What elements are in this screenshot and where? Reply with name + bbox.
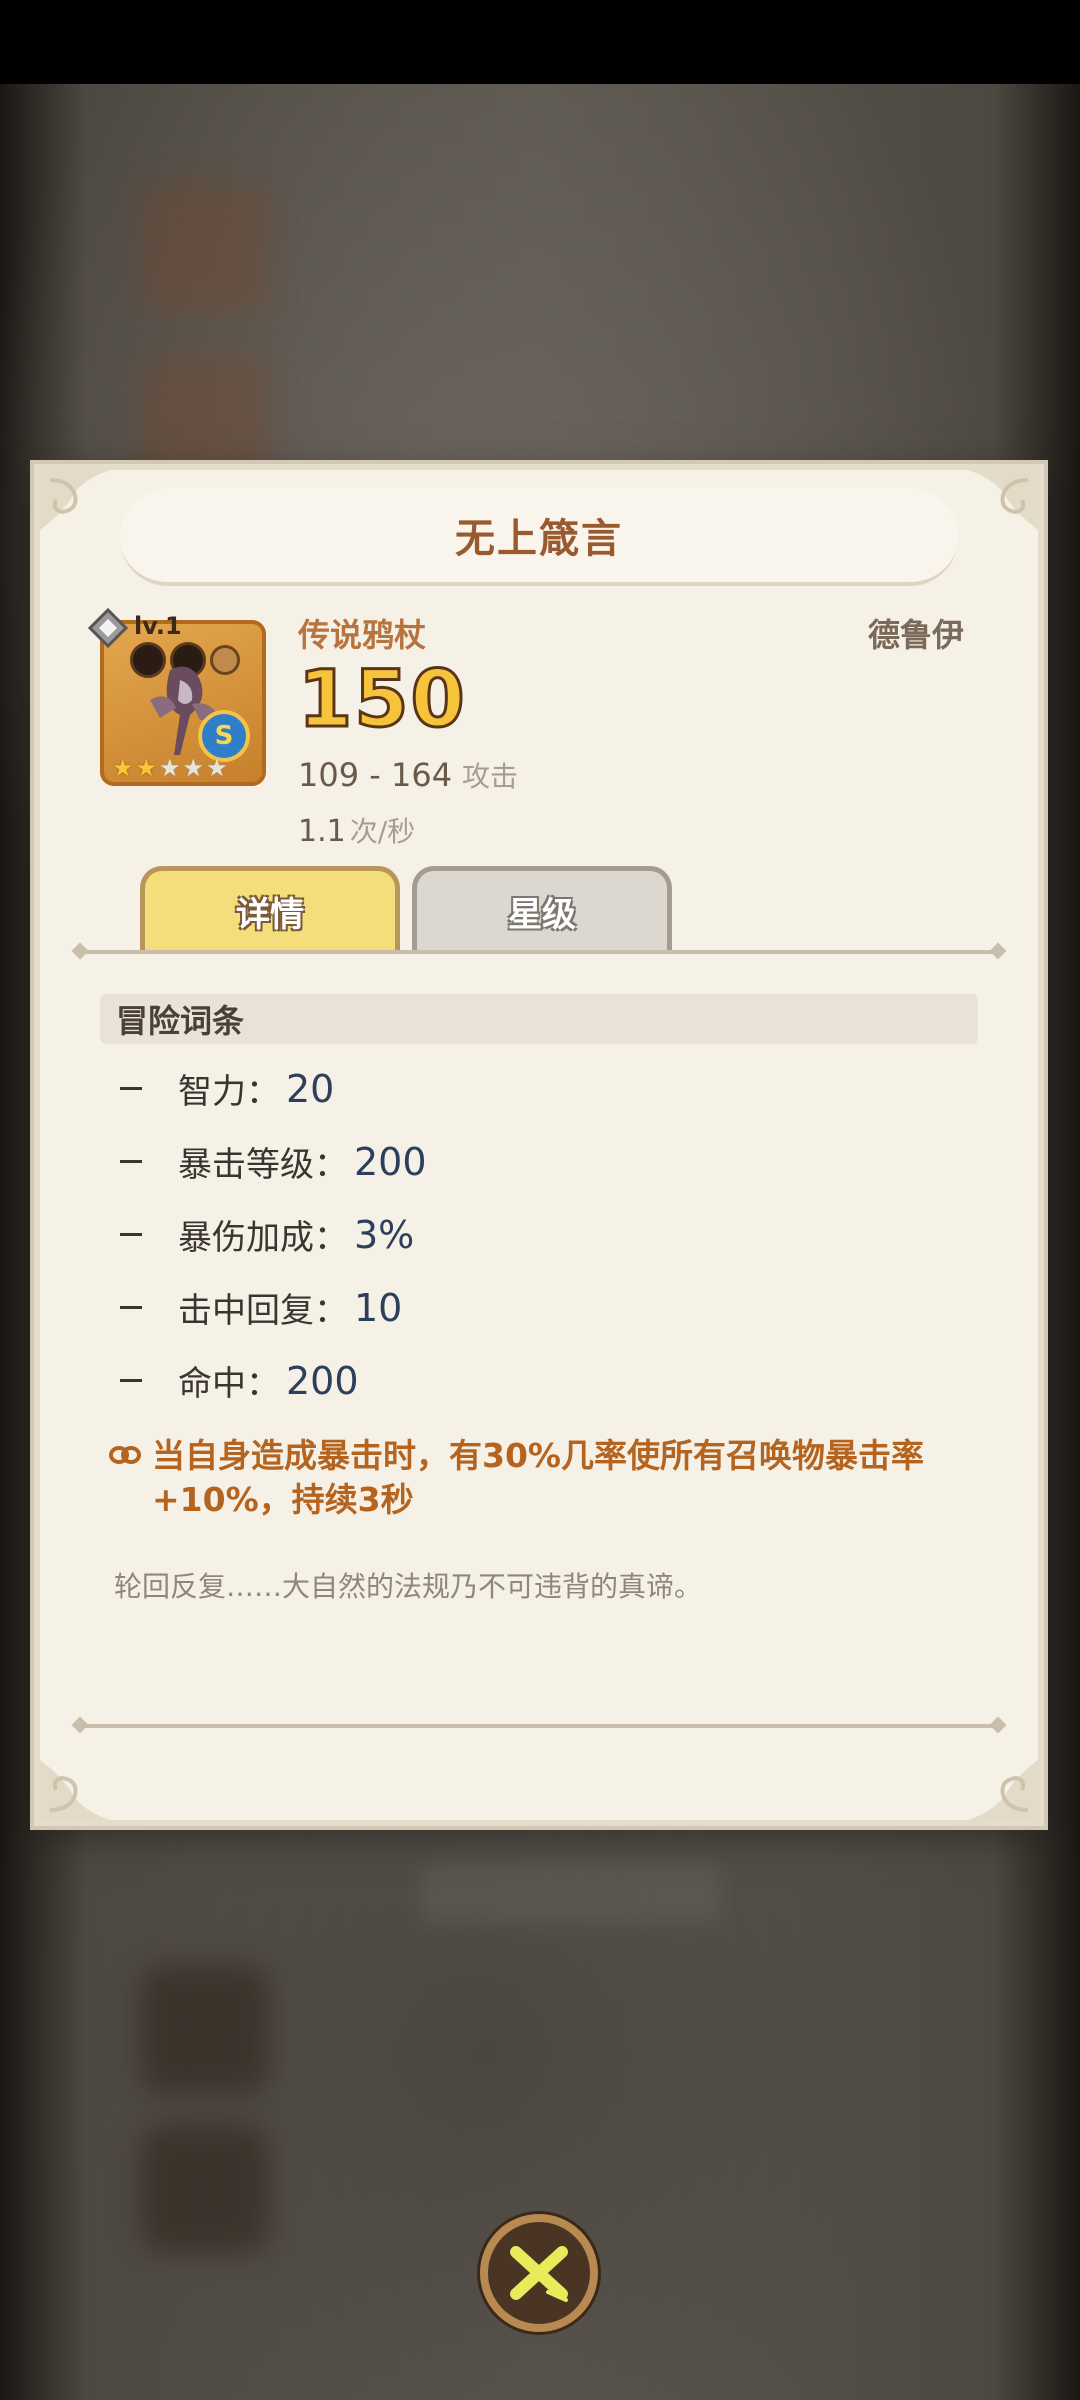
damage-label: 攻击 bbox=[462, 760, 519, 793]
dash-icon bbox=[120, 1233, 142, 1236]
set-link-icon bbox=[109, 1446, 141, 1464]
corner-ornament bbox=[40, 470, 130, 560]
stat-name: 暴伤加成： bbox=[178, 1218, 348, 1258]
stat-value: 200 bbox=[286, 1358, 359, 1403]
stat-value: 200 bbox=[354, 1139, 427, 1184]
title-bar: 无上箴言 bbox=[120, 488, 958, 586]
dash-icon bbox=[120, 1087, 142, 1090]
stat-row: 暴伤加成： 3% bbox=[120, 1210, 414, 1259]
stat-name: 击中回复： bbox=[178, 1291, 348, 1331]
blurred-item-icon bbox=[140, 354, 270, 484]
stat-row: 命中： 200 bbox=[120, 1356, 359, 1405]
blurred-item-icon bbox=[140, 2124, 270, 2254]
stat-value: 3% bbox=[354, 1212, 415, 1257]
blurred-item-icon bbox=[140, 184, 270, 314]
attack-speed: 1.1 次/秒 bbox=[298, 810, 415, 850]
corner-ornament bbox=[948, 470, 1038, 560]
item-power: 150 bbox=[297, 654, 467, 747]
dash-icon bbox=[120, 1306, 142, 1309]
attack-speed-value: 1.1 bbox=[298, 814, 346, 849]
item-icon[interactable]: lv.1 S ★ ★ ★ ★ ★ bbox=[88, 608, 266, 786]
stat-value: 20 bbox=[286, 1066, 335, 1111]
star-icon: ★ bbox=[206, 754, 228, 782]
tab-details[interactable]: 详情 bbox=[140, 866, 400, 952]
star-icon: ★ bbox=[135, 754, 158, 782]
item-name: 无上箴言 bbox=[455, 516, 623, 562]
item-type: 传说鸦杖 bbox=[298, 616, 427, 654]
corner-ornament bbox=[948, 1730, 1038, 1820]
section-title: 冒险词条 bbox=[100, 994, 978, 1044]
stat-name: 命中： bbox=[178, 1364, 280, 1404]
stat-value: 10 bbox=[354, 1285, 403, 1330]
tab-stars[interactable]: 星级 bbox=[412, 866, 672, 952]
close-icon bbox=[510, 2246, 568, 2302]
special-effect: 当自身造成暴击时，有30%几率使所有召唤物暴击率+10%，持续3秒 bbox=[108, 1434, 998, 1522]
level-diamond-icon bbox=[88, 608, 128, 648]
blurred-row bbox=[420, 1864, 720, 1924]
star-icon: ★ bbox=[112, 754, 134, 782]
item-class: 德鲁伊 bbox=[867, 616, 964, 654]
stat-row: 击中回复： 10 bbox=[120, 1283, 402, 1332]
item-level: lv.1 bbox=[134, 612, 182, 640]
lore-text: 轮回反复……大自然的法规乃不可违背的真谛。 bbox=[114, 1570, 703, 1603]
stat-name: 智力： bbox=[178, 1072, 280, 1112]
status-bar bbox=[0, 0, 1080, 84]
stat-row: 暴击等级： 200 bbox=[120, 1137, 427, 1186]
tab-divider bbox=[80, 950, 998, 954]
corner-ornament bbox=[40, 1730, 130, 1820]
damage-range: 109 - 164 攻击 bbox=[298, 755, 518, 795]
stat-name: 暴击等级： bbox=[178, 1145, 348, 1185]
star-icon: ★ bbox=[159, 754, 181, 782]
dash-icon bbox=[120, 1379, 142, 1382]
item-detail-card: 无上箴言 lv.1 S ★ ★ ★ ★ ★ 传说鸦杖 德鲁伊 150 109 -… bbox=[40, 470, 1038, 1820]
attack-speed-unit: 次/秒 bbox=[349, 815, 416, 848]
dash-icon bbox=[120, 1160, 142, 1163]
stat-row: 智力： 20 bbox=[120, 1064, 334, 1113]
close-button[interactable] bbox=[480, 2214, 598, 2332]
blurred-item-icon bbox=[140, 1964, 270, 2094]
special-effect-text: 当自身造成暴击时，有30%几率使所有召唤物暴击率+10%，持续3秒 bbox=[152, 1436, 924, 1519]
damage-value: 109 - 164 bbox=[298, 756, 453, 794]
bottom-divider bbox=[80, 1724, 998, 1728]
star-rating: ★ ★ ★ ★ ★ bbox=[112, 756, 228, 780]
star-icon: ★ bbox=[182, 754, 205, 782]
